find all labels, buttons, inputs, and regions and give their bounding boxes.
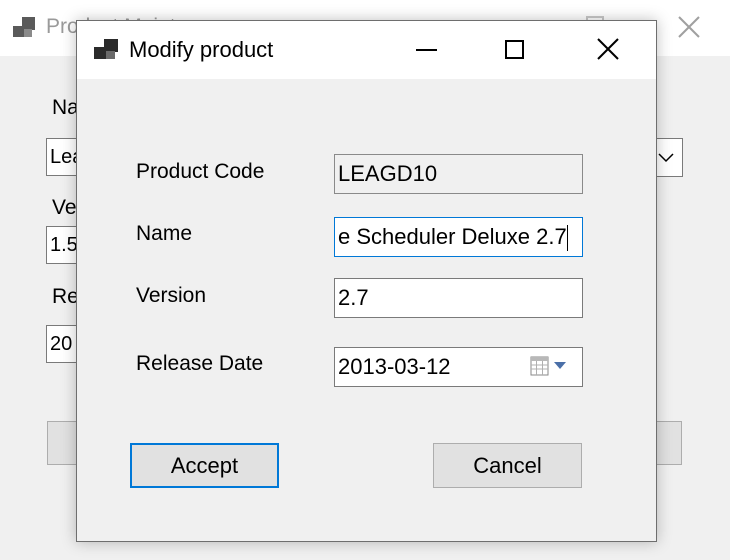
maximize-icon: [505, 40, 524, 59]
minimize-button[interactable]: [404, 21, 450, 79]
background-label-name: Na: [52, 96, 79, 119]
background-label-release: Re: [52, 285, 79, 308]
dialog-title: Modify product: [129, 37, 274, 62]
dialog-titlebar[interactable]: Modify product: [77, 21, 656, 79]
version-field[interactable]: 2.7: [334, 278, 583, 318]
release-date-label: Release Date: [136, 352, 264, 375]
app-windows-icon: [94, 39, 118, 59]
name-label: Name: [136, 222, 193, 245]
modify-product-dialog: Modify product Product Code LEAGD10 Name…: [76, 20, 657, 542]
close-button[interactable]: [585, 21, 631, 79]
product-code-field[interactable]: LEAGD10: [334, 154, 583, 194]
product-code-label: Product Code: [136, 160, 265, 183]
cancel-button[interactable]: Cancel: [433, 443, 582, 488]
name-field-text: e Scheduler Deluxe 2.7: [338, 224, 567, 249]
chevron-down-icon: [658, 153, 674, 163]
maximize-button[interactable]: [493, 21, 539, 79]
background-label-version: Ve: [52, 196, 77, 219]
minimize-icon: [416, 49, 437, 51]
app-windows-icon: [13, 17, 35, 37]
name-field[interactable]: e Scheduler Deluxe 2.7: [334, 217, 583, 257]
text-caret: [566, 225, 568, 252]
accept-button[interactable]: Accept: [130, 443, 279, 488]
release-date-picker[interactable]: 2013-03-12: [334, 347, 583, 387]
background-close-icon[interactable]: [676, 14, 702, 40]
close-icon: [597, 38, 619, 60]
release-date-value: 2013-03-12: [338, 354, 451, 379]
calendar-dropdown-icon[interactable]: [530, 356, 570, 378]
version-label: Version: [136, 284, 207, 307]
